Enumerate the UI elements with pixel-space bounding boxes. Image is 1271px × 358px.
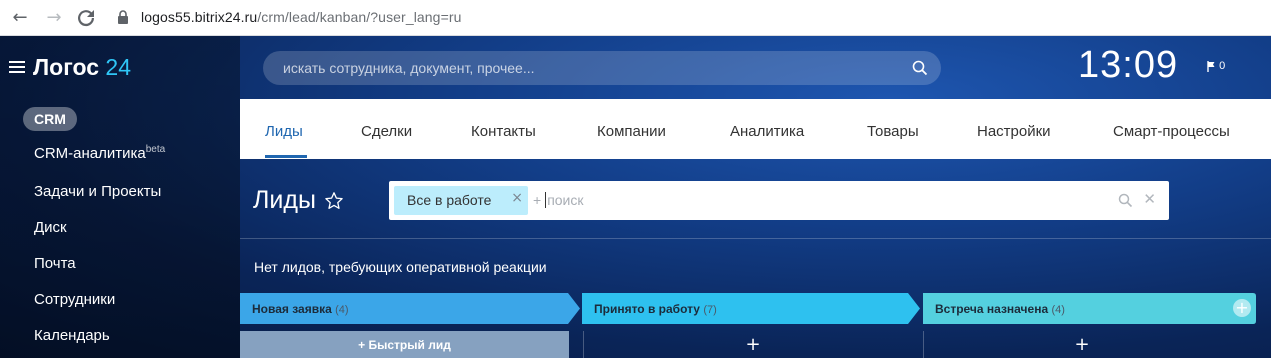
clock[interactable]: 13:09 [1078, 44, 1178, 87]
sidebar-item-employees[interactable]: Сотрудники [34, 291, 115, 308]
sidebar-item-disk[interactable]: Диск [34, 219, 67, 236]
tab-products[interactable]: Товары [867, 123, 919, 140]
logo-num: 24 [105, 54, 131, 80]
tab-analytics[interactable]: Аналитика [730, 123, 804, 140]
flag-count: 0 [1219, 60, 1226, 72]
column-title: Принято в работу (7) [594, 302, 717, 316]
filter-search-input[interactable]: Все в работе × + поиск ✕ [389, 181, 1169, 220]
tab-smart-processes[interactable]: Смарт-процессы [1113, 123, 1230, 140]
kanban-column-header-meeting[interactable]: Встреча назначена (4) + [923, 293, 1256, 324]
no-leads-notice: Нет лидов, требующих оперативной реакции [254, 259, 547, 275]
filter-chip-label: Все в работе [407, 192, 492, 208]
column-name: Принято в работу [594, 302, 700, 316]
quick-lead-button[interactable]: + Быстрый лид [240, 331, 569, 358]
page-title: Лиды [253, 186, 316, 214]
forward-arrow-icon[interactable]: → [42, 6, 66, 30]
notifications-counter[interactable]: 0 [1207, 60, 1225, 72]
sidebar-item-calendar[interactable]: Календарь [34, 327, 110, 344]
kanban-column-header-in-progress[interactable]: Принято в работу (7) [582, 293, 920, 324]
logo-name: Логос [33, 54, 100, 80]
crm-tabs: Лиды Сделки Контакты Компании Аналитика … [240, 99, 1271, 159]
search-icon[interactable] [1118, 193, 1133, 208]
search-placeholder: искать сотрудника, документ, прочее... [283, 60, 535, 76]
lock-icon [118, 10, 128, 24]
add-lead-button[interactable]: + [924, 331, 1240, 358]
column-title: Встреча назначена (4) [935, 302, 1065, 316]
flag-icon [1207, 60, 1215, 72]
column-count: (4) [1051, 304, 1065, 316]
filter-add-symbol: + [533, 192, 542, 208]
column-count: (4) [335, 304, 349, 316]
reload-icon[interactable] [74, 6, 98, 30]
logo[interactable]: Логос 24 [33, 54, 131, 81]
address-bar[interactable]: logos55.bitrix24.ru/crm/lead/kanban/?use… [141, 9, 462, 25]
sidebar-item-crm[interactable]: CRM [23, 107, 77, 131]
search-icon[interactable] [912, 60, 928, 76]
column-title: Новая заявка (4) [252, 302, 349, 316]
add-column-icon[interactable]: + [1233, 299, 1251, 317]
kanban-column-header-new[interactable]: Новая заявка (4) [240, 293, 580, 324]
tab-leads[interactable]: Лиды [265, 123, 303, 140]
global-search-input[interactable]: искать сотрудника, документ, прочее... [263, 51, 941, 85]
clear-icon[interactable]: ✕ [1143, 190, 1156, 208]
menu-burger-icon[interactable] [9, 61, 25, 73]
sidebar-item-tasks[interactable]: Задачи и Проекты [34, 183, 161, 200]
divider [240, 238, 1271, 239]
browser-toolbar: ← → logos55.bitrix24.ru/crm/lead/kanban/… [0, 0, 1271, 36]
filter-placeholder-text: поиск [547, 192, 584, 208]
tab-contacts[interactable]: Контакты [471, 123, 536, 140]
active-tab-indicator [265, 155, 307, 158]
column-name: Встреча назначена [935, 302, 1049, 316]
sidebar-item-crm-analytics[interactable]: CRM-аналитикаbeta [34, 144, 165, 162]
column-name: Новая заявка [252, 302, 332, 316]
filter-placeholder: + поиск [533, 192, 584, 208]
column-count: (7) [703, 304, 717, 316]
beta-badge: beta [145, 144, 166, 155]
filter-chip[interactable]: Все в работе × [394, 186, 528, 215]
url-host: logos55.bitrix24.ru [141, 9, 258, 25]
tab-deals[interactable]: Сделки [361, 123, 412, 140]
back-arrow-icon[interactable]: ← [8, 6, 32, 30]
sidebar-item-mail[interactable]: Почта [34, 255, 76, 272]
url-path: /crm/lead/kanban/?user_lang=ru [257, 9, 462, 25]
tab-companies[interactable]: Компании [597, 123, 666, 140]
sidebar-item-label: CRM-аналитика [34, 145, 146, 162]
star-icon[interactable] [324, 191, 344, 211]
add-lead-button[interactable]: + [584, 331, 922, 358]
filter-chip-remove-icon[interactable]: × [511, 190, 523, 206]
tab-settings[interactable]: Настройки [977, 123, 1051, 140]
